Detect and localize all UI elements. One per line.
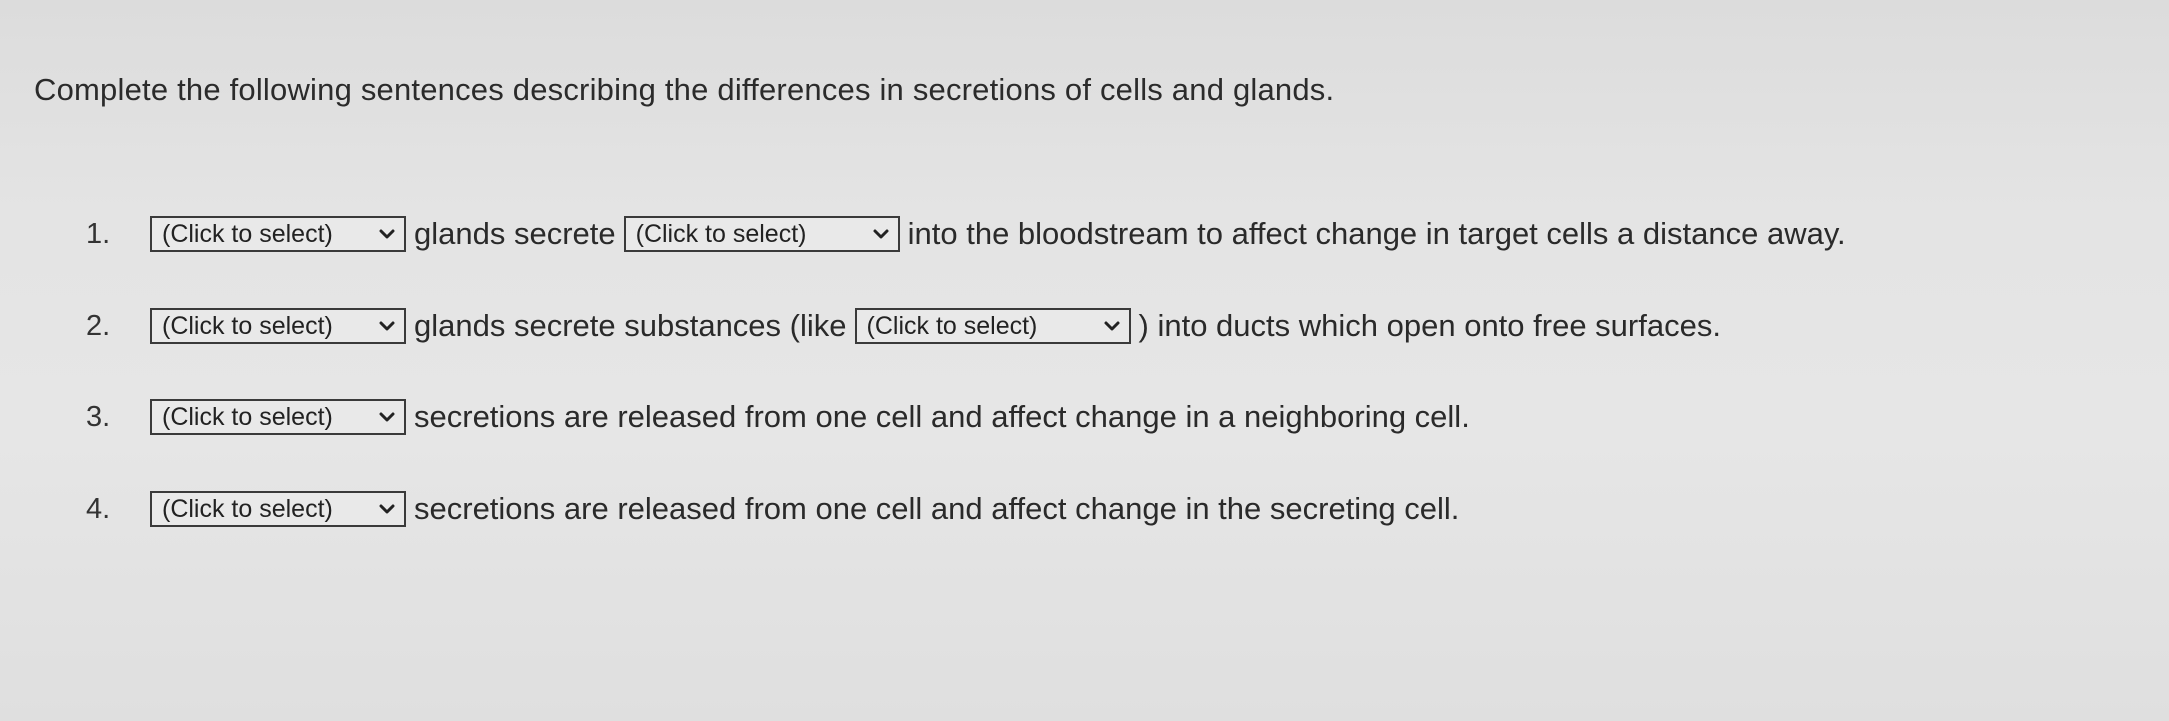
question-number: 3. [86,400,111,433]
instructions-text: Complete the following sentences describ… [34,72,1335,107]
sentence-text: ) into ducts which open onto free surfac… [1138,308,1721,343]
question-body: (Click to select) glands secrete substan… [150,308,1721,344]
gland-type-select[interactable]: (Click to select) [150,308,406,344]
select-value: (Click to select) [162,494,333,523]
secretion-type-select[interactable]: (Click to select) [150,491,406,527]
select-value: (Click to select) [635,219,807,248]
chevron-down-icon [378,408,396,426]
question-body: (Click to select) secretions are release… [150,491,1459,527]
sentence-text: glands secrete substances (like [414,308,847,343]
chevron-down-icon [872,225,890,243]
secretion-select[interactable]: (Click to select) [623,216,900,252]
question-number: 4. [86,492,111,525]
question-number: 2. [86,309,111,342]
quiz-page: Complete the following sentences describ… [0,0,2169,721]
secretion-type-select[interactable]: (Click to select) [150,399,406,435]
sentence-text: into the bloodstream to affect change in… [907,216,1846,251]
question-body: (Click to select) glands secrete (Click … [150,216,1846,252]
select-value: (Click to select) [162,219,333,248]
chevron-down-icon [378,500,396,518]
select-value: (Click to select) [162,311,333,340]
substance-select[interactable]: (Click to select) [854,308,1131,344]
sentence-text: glands secrete [414,216,616,251]
select-value: (Click to select) [866,311,1038,340]
gland-type-select[interactable]: (Click to select) [150,216,406,252]
select-value: (Click to select) [162,402,333,431]
chevron-down-icon [378,225,396,243]
sentence-text: secretions are released from one cell an… [414,491,1460,526]
chevron-down-icon [378,317,396,335]
question-body: (Click to select) secretions are release… [150,399,1470,435]
question-number: 1. [86,217,111,250]
chevron-down-icon [1103,317,1121,335]
sentence-text: secretions are released from one cell an… [414,399,1470,434]
